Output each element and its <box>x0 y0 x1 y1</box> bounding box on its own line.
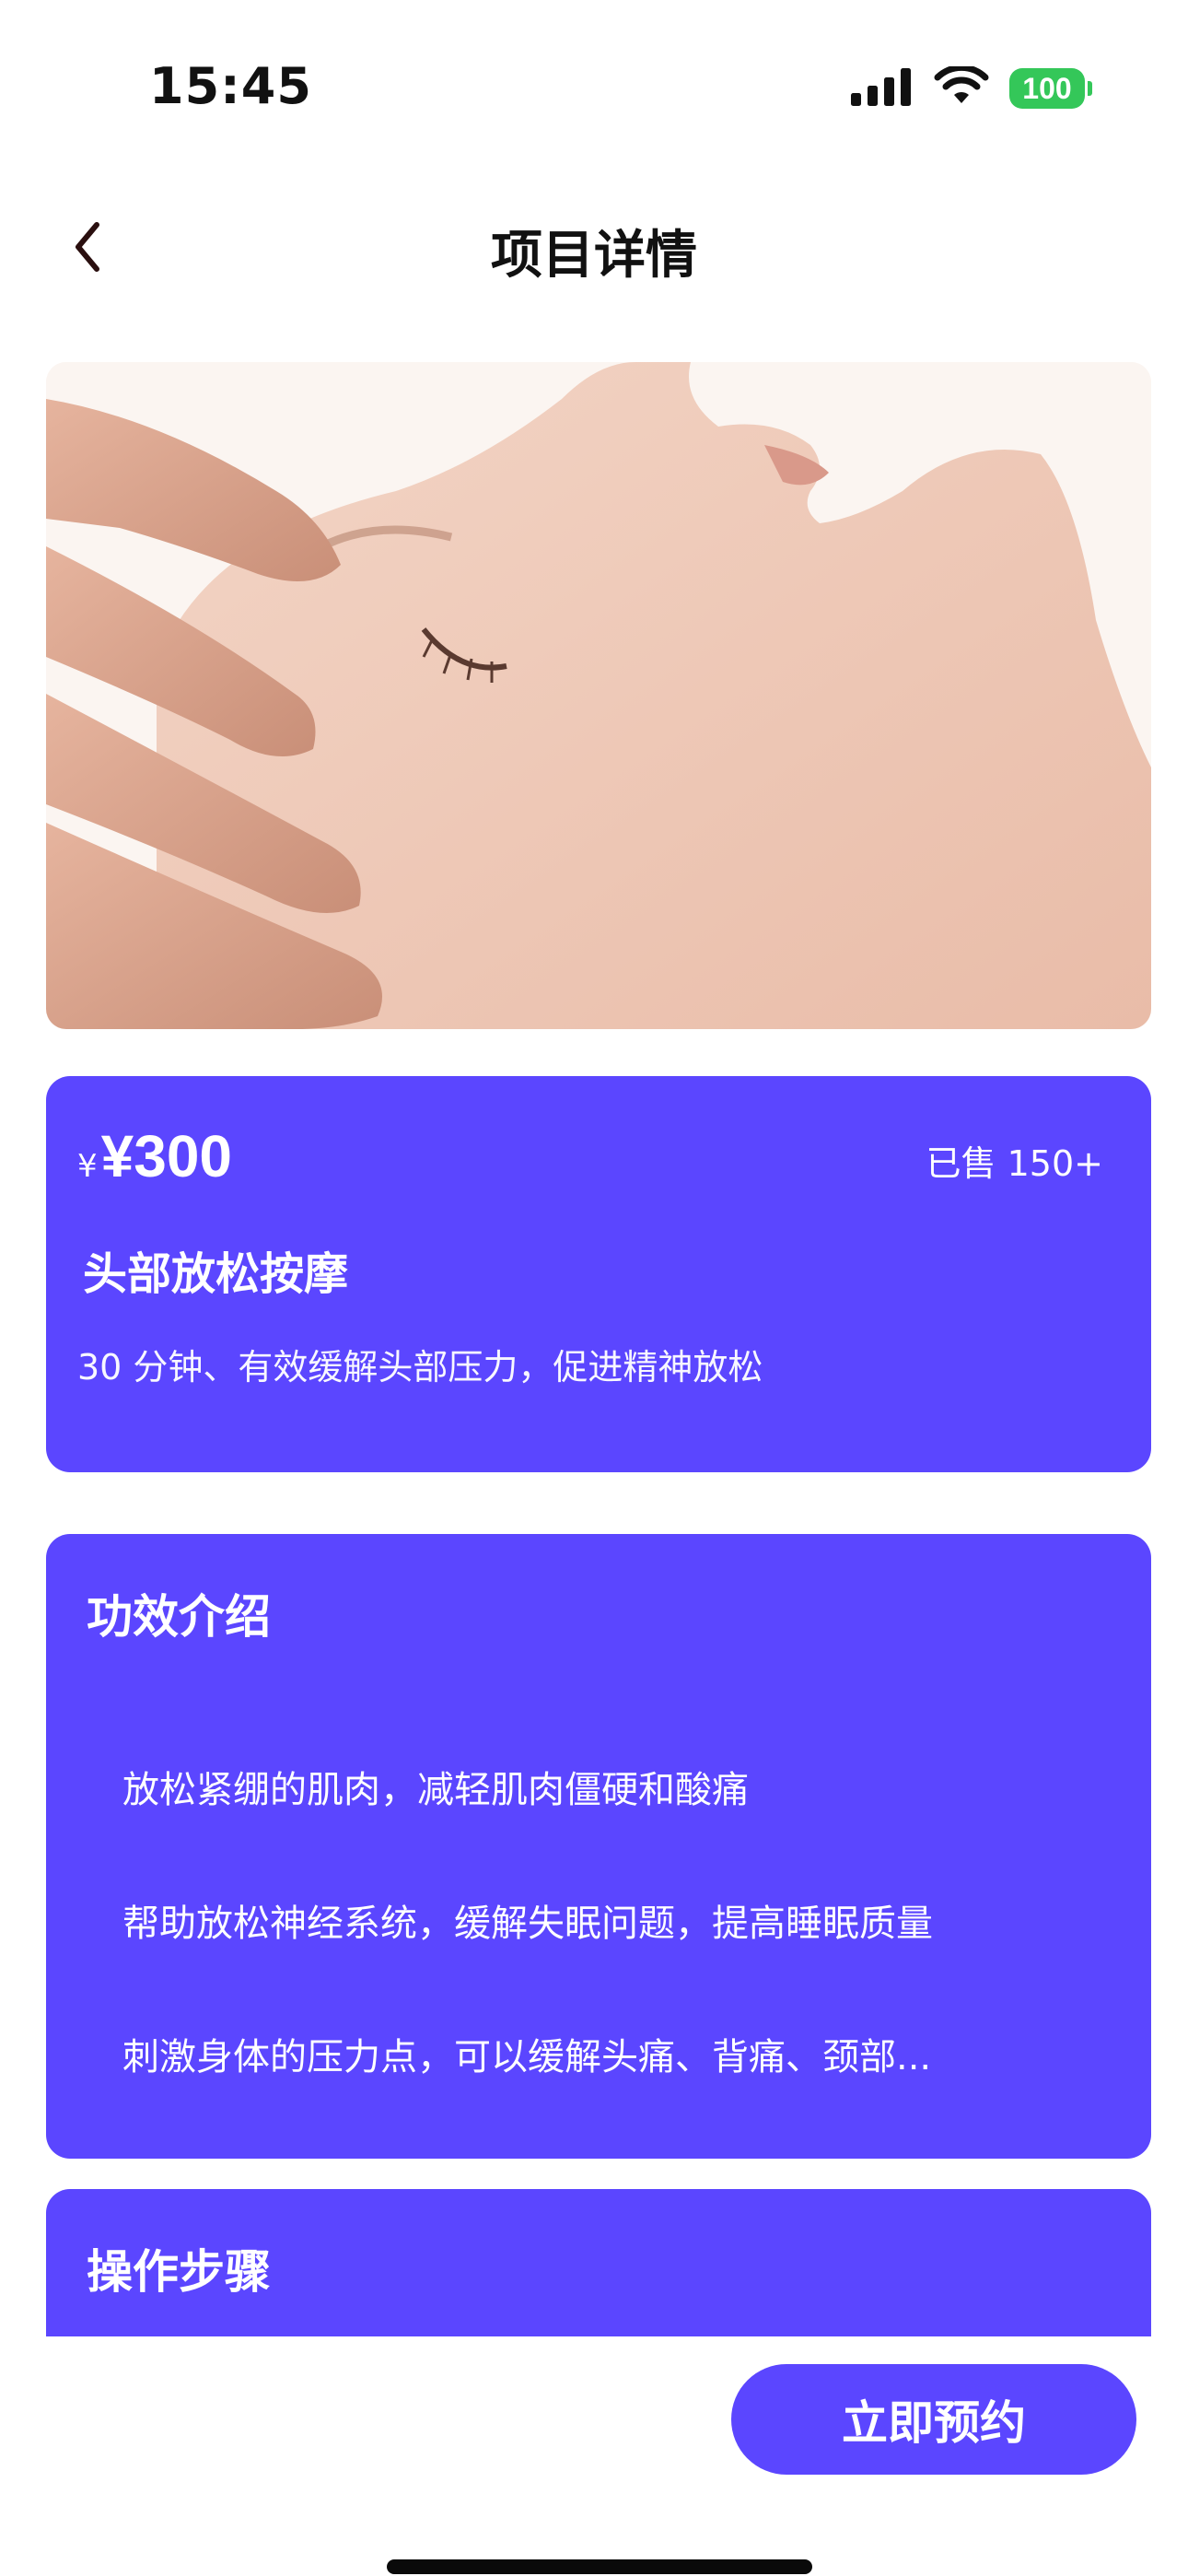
price: ¥ ¥300 <box>77 1122 232 1190</box>
face-massage-photo <box>46 362 1151 1029</box>
effects-card: 功效介绍 放松紧绷的肌肉，减轻肌肉僵硬和酸痛 帮助放松神经系统，缓解失眠问题，提… <box>46 1534 1151 2159</box>
currency-prefix: ¥ <box>77 1148 98 1185</box>
nav-bar: 项目详情 <box>0 184 1188 313</box>
hero-image <box>46 362 1151 1029</box>
effect-item: 放松紧绷的肌肉，减轻肌肉僵硬和酸痛 <box>122 1769 749 1811</box>
price-value: ¥300 <box>100 1123 233 1189</box>
book-now-button[interactable]: 立即预约 <box>731 2364 1136 2475</box>
home-indicator <box>387 2559 812 2574</box>
effect-item: 刺激身体的压力点，可以缓解头痛、背痛、颈部... <box>122 2036 932 2078</box>
service-description: 30 分钟、有效缓解头部压力，促进精神放松 <box>77 1347 763 1388</box>
sold-count: 已售 150+ <box>926 1143 1103 1184</box>
bottom-action-bar: 立即预约 <box>0 2336 1188 2576</box>
status-icons: 100 <box>851 64 1092 111</box>
effect-item: 帮助放松神经系统，缓解失眠问题，提高睡眠质量 <box>122 1903 933 1945</box>
steps-card: 操作步骤 <box>46 2189 1151 2336</box>
effects-title: 功效介绍 <box>87 1590 271 1644</box>
page-title: 项目详情 <box>491 226 697 286</box>
wifi-icon <box>934 64 989 111</box>
battery-icon: 100 <box>1009 68 1092 109</box>
status-bar: 15:45 100 <box>0 0 1188 175</box>
service-name: 头部放松按摩 <box>83 1248 349 1300</box>
service-summary-card: ¥ ¥300 已售 150+ 头部放松按摩 30 分钟、有效缓解头部压力，促进精… <box>46 1076 1151 1472</box>
status-time: 15:45 <box>149 57 312 115</box>
signal-icon <box>851 67 914 110</box>
steps-title: 操作步骤 <box>87 2245 271 2299</box>
battery-level: 100 <box>1009 68 1085 109</box>
battery-tip <box>1088 81 1092 96</box>
